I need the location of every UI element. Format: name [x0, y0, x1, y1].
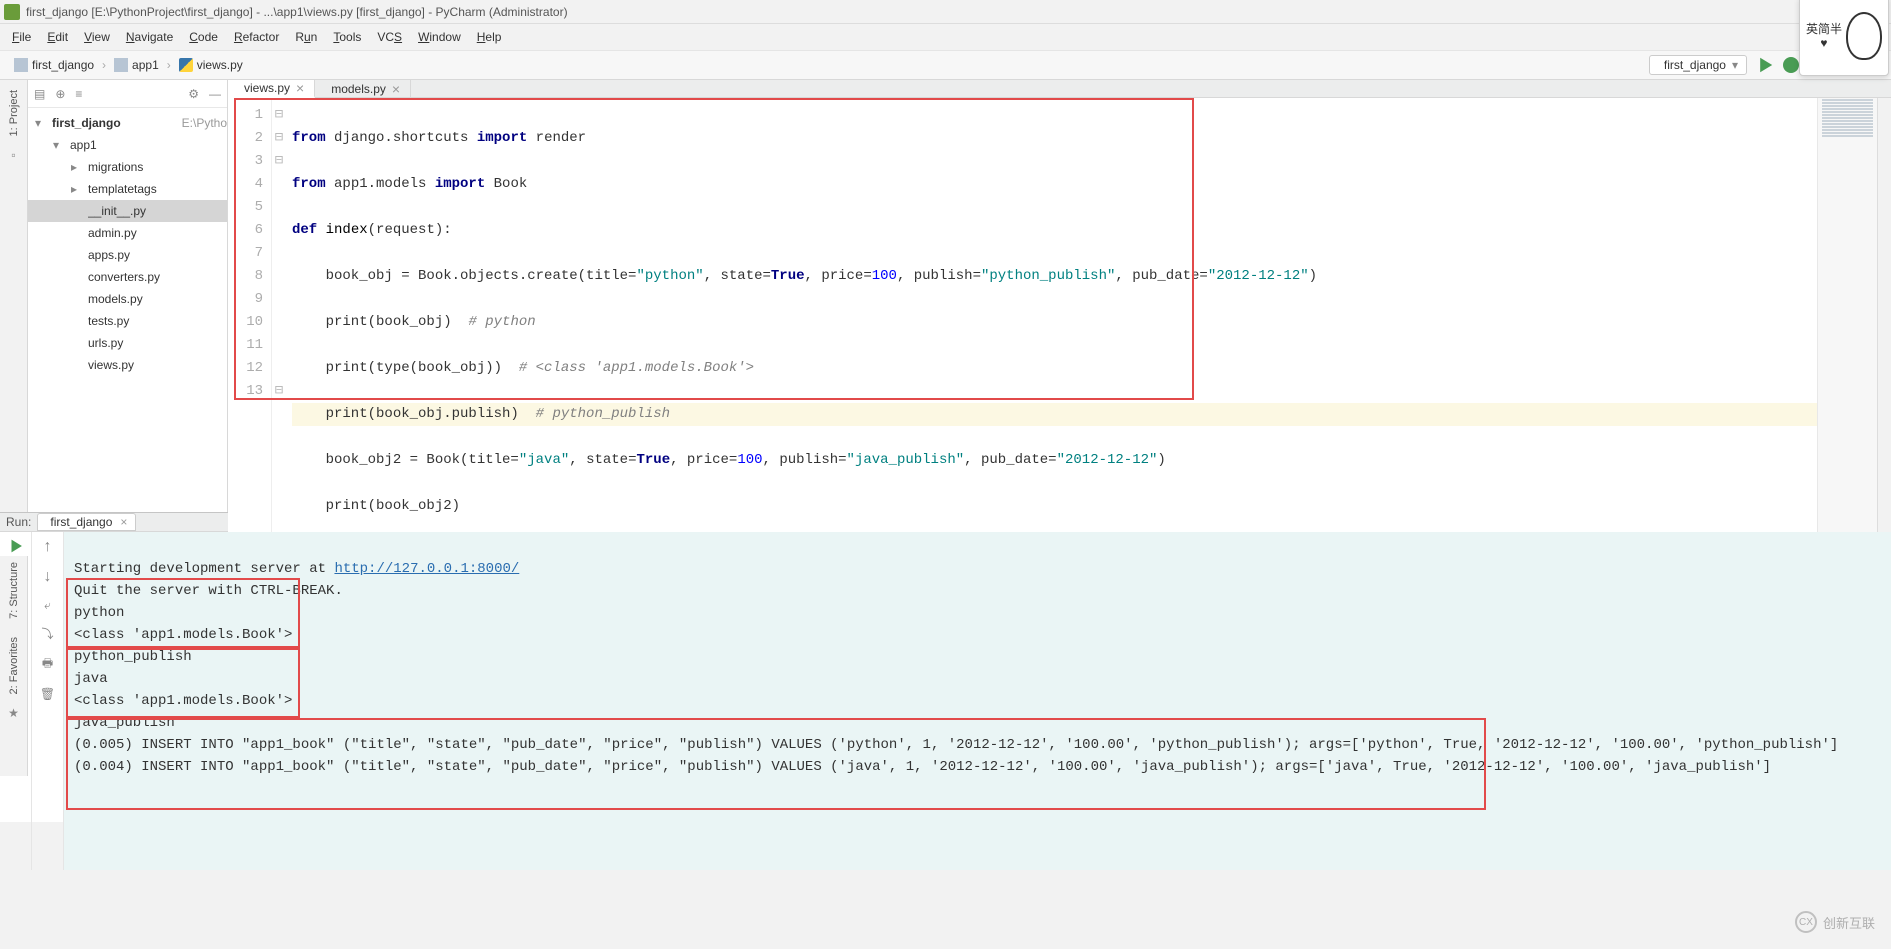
ime-overlay[interactable]: 英简半♥: [1799, 0, 1889, 76]
tree-views[interactable]: views.py: [28, 354, 227, 376]
project-panel: ▤ ⊕ ≡ ⚙ — ▾first_djangoE:\Pytho ▾app1 ▸m…: [28, 80, 228, 512]
structure-tool-tab[interactable]: 7: Structure: [8, 556, 20, 625]
breadcrumb-root[interactable]: first_django: [8, 58, 100, 72]
window-title: first_django [E:\PythonProject\first_dja…: [26, 5, 1809, 19]
console-line: (0.004) INSERT INTO "app1_book" ("title"…: [74, 759, 1771, 775]
console-line: python: [74, 605, 124, 621]
menu-run[interactable]: Run: [289, 28, 323, 46]
server-url-link[interactable]: http://127.0.0.1:8000/: [334, 561, 519, 577]
run-toolbar-secondary: ↑ ↓ ⤶ ⤵ 🖶 🗑: [32, 532, 64, 870]
menu-tools[interactable]: Tools: [327, 28, 367, 46]
ime-text: 英简半♥: [1806, 22, 1842, 50]
select-opened-file-icon[interactable]: ▤: [34, 87, 45, 101]
console-line: <class 'app1.models.Book'>: [74, 627, 292, 643]
tree-models[interactable]: models.py: [28, 288, 227, 310]
tree-init[interactable]: __init__.py: [28, 200, 227, 222]
run-panel: Run: first_django× ⚙ — ▤ 📌 ↑ ↓ ⤶ ⤵ 🖶 🗑 S…: [0, 512, 1891, 822]
soft-wrap-button[interactable]: ⤶: [44, 598, 51, 613]
project-tool-tab[interactable]: 1: Project: [8, 84, 20, 142]
face-icon: [1846, 12, 1882, 60]
console-line: <class 'app1.models.Book'>: [74, 693, 292, 709]
editor-tabs: views.py× models.py×: [228, 80, 1891, 98]
breadcrumb-file[interactable]: views.py: [173, 58, 249, 72]
tree-apps[interactable]: apps.py: [28, 244, 227, 266]
tree-urls[interactable]: urls.py: [28, 332, 227, 354]
tree-migrations[interactable]: ▸migrations: [28, 156, 227, 178]
scroll-to-end-button[interactable]: ⤵: [41, 625, 53, 642]
chevron-down-icon: ▾: [1732, 58, 1738, 72]
menu-bar: FFileile Edit View Navigate Code Refacto…: [0, 24, 1891, 50]
menu-window[interactable]: Window: [412, 28, 467, 46]
expand-all-icon[interactable]: ⊕: [55, 87, 65, 101]
collapse-all-icon[interactable]: ≡: [75, 87, 82, 101]
editor-area: views.py× models.py× 12345678910111213 ⊟…: [228, 80, 1891, 512]
tree-admin[interactable]: admin.py: [28, 222, 227, 244]
run-config-name: first_django: [1664, 58, 1726, 72]
navigation-bar: first_django › app1 › views.py first_dja…: [0, 50, 1891, 80]
debug-button[interactable]: [1783, 57, 1799, 73]
chevron-right-icon: ›: [165, 58, 173, 72]
close-tab-icon[interactable]: ×: [296, 80, 304, 96]
menu-view[interactable]: View: [78, 28, 116, 46]
window-titlebar: first_django [E:\PythonProject\first_dja…: [0, 0, 1891, 24]
run-panel-label: Run:: [6, 515, 31, 529]
close-icon[interactable]: ×: [120, 515, 127, 529]
tree-templatetags[interactable]: ▸templatetags: [28, 178, 227, 200]
console-line: Starting development server at: [74, 561, 334, 577]
run-panel-body: ▤ 📌 ↑ ↓ ⤶ ⤵ 🖶 🗑 Starting development ser…: [0, 532, 1891, 870]
console-line: Quit the server with CTRL-BREAK.: [74, 583, 343, 599]
tab-models[interactable]: models.py×: [315, 80, 411, 97]
menu-navigate[interactable]: Navigate: [120, 28, 179, 46]
down-stack-button[interactable]: ↓: [44, 568, 52, 586]
menu-edit[interactable]: Edit: [41, 28, 74, 46]
console-line: java: [74, 671, 108, 687]
app-icon: [4, 4, 20, 20]
menu-help[interactable]: Help: [471, 28, 508, 46]
main-content: 1: Project ▫ ▤ ⊕ ≡ ⚙ — ▾first_djangoE:\P…: [0, 80, 1891, 512]
console-line: python_publish: [74, 649, 192, 665]
hide-icon[interactable]: —: [209, 87, 221, 101]
run-tab[interactable]: first_django×: [37, 513, 136, 531]
watermark: CX 创新互联: [1795, 911, 1875, 933]
console-line: java_publish: [74, 715, 175, 731]
left-tool-gutter-bottom: 7: Structure 2: Favorites ★: [0, 556, 28, 776]
up-stack-button[interactable]: ↑: [44, 538, 52, 556]
close-tab-icon[interactable]: ×: [392, 81, 400, 97]
folder-icon: ▫: [11, 148, 15, 162]
menu-refactor[interactable]: Refactor: [228, 28, 285, 46]
project-panel-toolbar: ▤ ⊕ ≡ ⚙ —: [28, 80, 227, 108]
rerun-button[interactable]: [8, 538, 24, 554]
project-tree[interactable]: ▾first_djangoE:\Pytho ▾app1 ▸migrations …: [28, 108, 227, 380]
chevron-right-icon: ›: [100, 58, 108, 72]
breadcrumb-app1[interactable]: app1: [108, 58, 165, 72]
menu-file[interactable]: FFileile: [6, 28, 37, 46]
tree-converters[interactable]: converters.py: [28, 266, 227, 288]
console-output[interactable]: Starting development server at http://12…: [64, 532, 1891, 870]
settings-icon[interactable]: ⚙: [188, 87, 199, 101]
tab-views[interactable]: views.py×: [228, 80, 315, 98]
tree-app1[interactable]: ▾app1: [28, 134, 227, 156]
left-tool-gutter: 1: Project ▫: [0, 80, 28, 512]
tree-root[interactable]: ▾first_djangoE:\Pytho: [28, 112, 227, 134]
print-button[interactable]: 🖶: [42, 654, 53, 675]
run-config-selector[interactable]: first_django ▾: [1649, 55, 1747, 75]
run-button[interactable]: [1757, 57, 1773, 73]
console-line: (0.005) INSERT INTO "app1_book" ("title"…: [74, 737, 1838, 753]
star-icon: ★: [8, 706, 19, 720]
tree-tests[interactable]: tests.py: [28, 310, 227, 332]
favorites-tool-tab[interactable]: 2: Favorites: [8, 631, 20, 700]
menu-vcs[interactable]: VCS: [371, 28, 408, 46]
menu-code[interactable]: Code: [183, 28, 224, 46]
clear-all-button[interactable]: 🗑: [40, 687, 55, 701]
